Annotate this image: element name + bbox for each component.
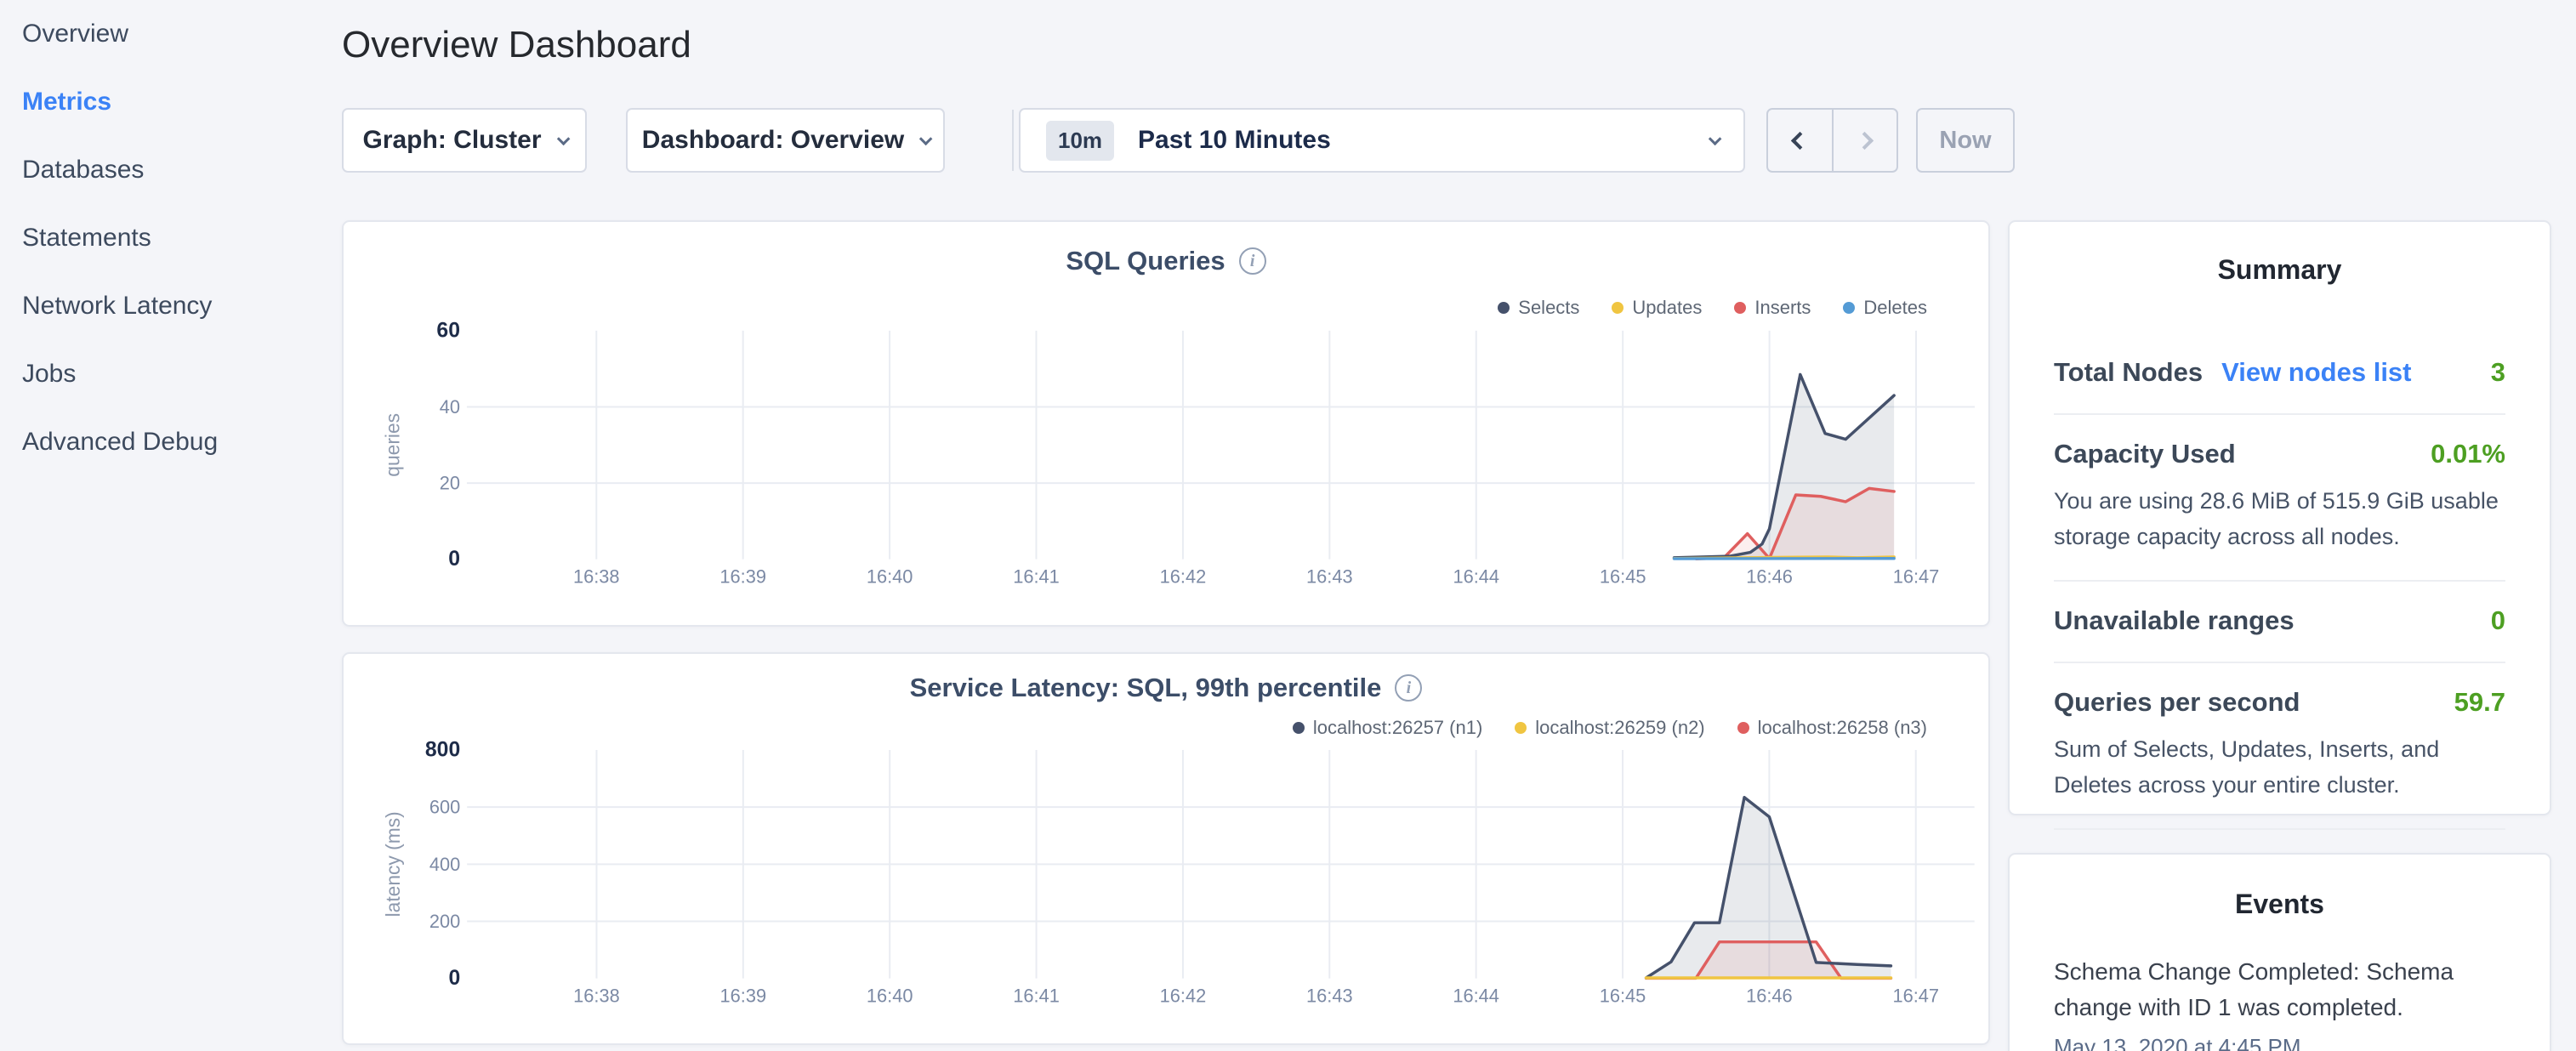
svg-text:600: 600 — [429, 797, 460, 818]
graph-scope-dropdown[interactable]: Graph: Cluster — [342, 108, 587, 173]
time-window-pager — [1766, 108, 1898, 173]
next-time-window-button[interactable] — [1834, 110, 1897, 171]
svg-text:16:46: 16:46 — [1746, 985, 1793, 1006]
svg-text:200: 200 — [429, 911, 460, 932]
chevron-left-icon — [1791, 131, 1809, 149]
svg-text:16:38: 16:38 — [573, 985, 620, 1006]
events-title: Events — [2010, 889, 2550, 920]
sidebar-item-overview[interactable]: Overview — [0, 0, 336, 68]
chevron-down-icon — [556, 132, 570, 145]
summary-title: Summary — [2010, 254, 2550, 286]
chevron-right-icon — [1856, 131, 1874, 149]
admin-ui-page: Overview Metrics Databases Statements Ne… — [0, 0, 2576, 1051]
sidebar-item-advanced-debug[interactable]: Advanced Debug — [0, 408, 336, 476]
svg-text:queries: queries — [382, 413, 404, 477]
sidebar-item-statements[interactable]: Statements — [0, 204, 336, 272]
svg-text:16:47: 16:47 — [1892, 985, 1939, 1006]
event-timestamp: May 13, 2020 at 4:45 PM — [2054, 1034, 2505, 1051]
time-range-badge: 10m — [1046, 121, 1114, 161]
summary-row-capacity-used: Capacity Used 0.01% You are using 28.6 M… — [2054, 415, 2505, 582]
sidebar: Overview Metrics Databases Statements Ne… — [0, 0, 336, 1051]
event-item: Schema Change Completed: Schema change w… — [2054, 954, 2505, 1051]
summary-panel: Summary Total Nodes View nodes list 3 Ca… — [2008, 220, 2551, 815]
sidebar-item-network-latency[interactable]: Network Latency — [0, 272, 336, 340]
chevron-down-icon — [919, 132, 933, 145]
svg-text:800: 800 — [425, 739, 460, 762]
sidebar-item-databases[interactable]: Databases — [0, 136, 336, 204]
time-range-label: Past 10 Minutes — [1138, 126, 1331, 155]
svg-text:16:40: 16:40 — [867, 565, 913, 587]
service-latency-card: Service Latency: SQL, 99th percentile i … — [342, 652, 1990, 1045]
svg-text:16:45: 16:45 — [1600, 985, 1646, 1006]
summary-row-queries-per-second: Queries per second 59.7 Sum of Selects, … — [2054, 663, 2505, 830]
view-nodes-list-link[interactable]: View nodes list — [2221, 357, 2411, 388]
svg-text:20: 20 — [440, 473, 460, 494]
svg-text:16:44: 16:44 — [1453, 985, 1499, 1006]
svg-text:16:38: 16:38 — [573, 565, 620, 587]
sidebar-item-metrics[interactable]: Metrics — [0, 68, 336, 136]
svg-text:16:42: 16:42 — [1160, 985, 1207, 1006]
svg-text:40: 40 — [440, 396, 460, 418]
summary-row-total-nodes: Total Nodes View nodes list 3 — [2054, 333, 2505, 415]
svg-text:400: 400 — [429, 854, 460, 875]
svg-text:0: 0 — [448, 548, 460, 571]
svg-text:16:40: 16:40 — [867, 985, 913, 1006]
svg-text:16:46: 16:46 — [1746, 565, 1793, 587]
svg-text:16:47: 16:47 — [1893, 565, 1940, 587]
events-panel: Events Schema Change Completed: Schema c… — [2008, 853, 2551, 1051]
svg-text:60: 60 — [436, 319, 460, 342]
svg-text:16:43: 16:43 — [1306, 985, 1353, 1006]
time-range-dropdown[interactable]: 10m Past 10 Minutes — [1019, 108, 1745, 173]
svg-text:latency (ms): latency (ms) — [382, 811, 404, 917]
now-button[interactable]: Now — [1916, 108, 2015, 173]
summary-row-unavailable-ranges: Unavailable ranges 0 — [2054, 582, 2505, 663]
svg-text:16:39: 16:39 — [720, 985, 767, 1006]
qps-value: 59.7 — [2454, 687, 2505, 718]
svg-text:16:42: 16:42 — [1160, 565, 1207, 587]
sql-queries-card: SQL Queries i Selects Updates Inserts De… — [342, 220, 1990, 627]
page-title: Overview Dashboard — [342, 24, 691, 66]
svg-text:16:41: 16:41 — [1013, 985, 1060, 1006]
total-nodes-value: 3 — [2491, 357, 2505, 388]
unavailable-ranges-value: 0 — [2491, 605, 2505, 636]
svg-text:0: 0 — [448, 967, 460, 990]
chevron-down-icon — [1709, 132, 1722, 145]
sidebar-item-jobs[interactable]: Jobs — [0, 340, 336, 408]
capacity-used-value: 0.01% — [2431, 439, 2505, 469]
dashboard-dropdown[interactable]: Dashboard: Overview — [626, 108, 945, 173]
service-latency-chart: 16:38 16:39 16:40 16:41 16:42 16:43 16:44 16:45… — [344, 654, 1988, 1043]
event-message: Schema Change Completed: Schema change w… — [2054, 954, 2505, 1025]
sql-queries-chart: 16:38 16:39 16:40 16:41 16:42 16:43 16:44 16:45… — [344, 222, 1988, 625]
svg-text:16:39: 16:39 — [719, 565, 766, 587]
svg-text:16:41: 16:41 — [1013, 565, 1060, 587]
prev-time-window-button[interactable] — [1768, 110, 1834, 171]
svg-text:16:44: 16:44 — [1453, 565, 1499, 587]
svg-text:16:45: 16:45 — [1600, 565, 1646, 587]
svg-text:16:43: 16:43 — [1306, 565, 1353, 587]
divider — [1012, 110, 1014, 171]
